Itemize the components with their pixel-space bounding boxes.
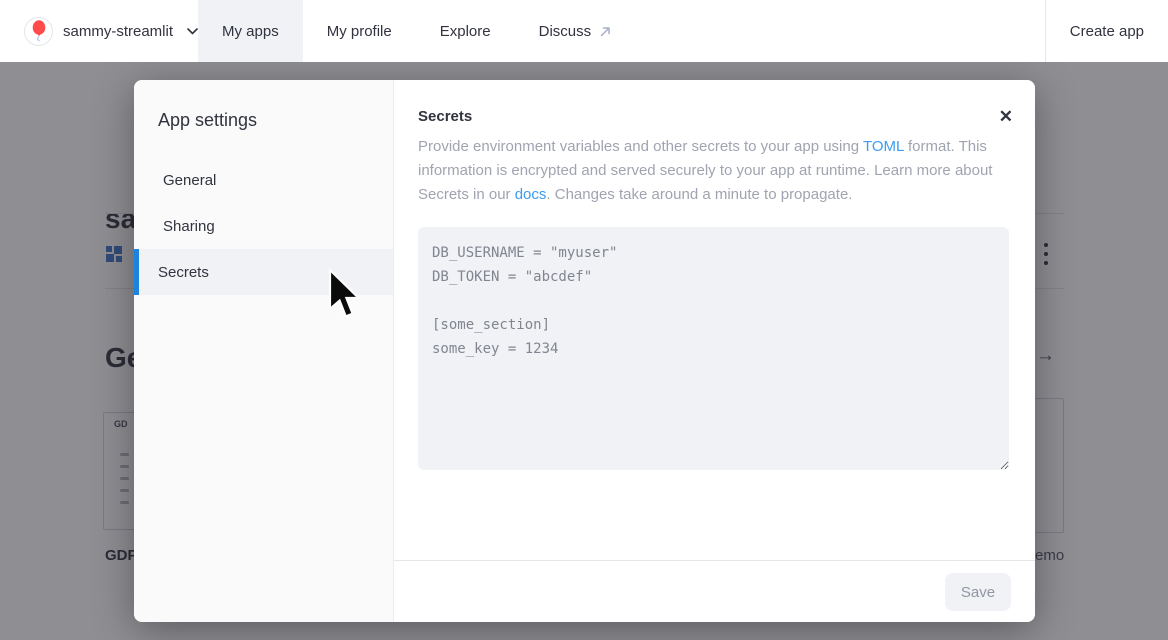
sidebar-item-label: Secrets	[158, 264, 209, 281]
app-settings-modal: App settings General Sharing Secrets Sec…	[134, 80, 1035, 622]
sidebar-item-secrets[interactable]: Secrets	[134, 249, 393, 295]
tab-my-apps[interactable]: My apps	[198, 0, 303, 62]
tab-discuss[interactable]: Discuss	[515, 0, 637, 62]
settings-sidebar: App settings General Sharing Secrets	[134, 80, 394, 622]
settings-nav: General Sharing Secrets	[134, 157, 393, 295]
tab-label: Explore	[440, 23, 491, 40]
sidebar-item-general[interactable]: General	[134, 157, 393, 203]
sidebar-item-label: Sharing	[163, 218, 215, 235]
save-button[interactable]: Save	[945, 573, 1011, 611]
toml-link[interactable]: TOML	[863, 138, 904, 155]
settings-title: App settings	[134, 80, 393, 131]
modal-footer: Save	[394, 560, 1035, 622]
docs-link[interactable]: docs	[515, 186, 547, 203]
chevron-down-icon	[187, 28, 198, 35]
secrets-heading: Secrets	[418, 108, 472, 125]
tab-explore[interactable]: Explore	[416, 0, 515, 62]
tab-label: Discuss	[539, 23, 592, 40]
top-navbar: sammy-streamlit My apps My profile Explo…	[0, 0, 1168, 62]
external-link-icon	[599, 25, 612, 38]
workspace-switcher[interactable]: sammy-streamlit	[0, 0, 198, 62]
secrets-description: Provide environment variables and other …	[418, 135, 1008, 207]
description-text: . Changes take around a minute to propag…	[546, 186, 852, 203]
create-app-button[interactable]: Create app	[1046, 0, 1168, 62]
tab-label: My profile	[327, 23, 392, 40]
description-text: Provide environment variables and other …	[418, 138, 863, 155]
tab-my-profile[interactable]: My profile	[303, 0, 416, 62]
secrets-panel: Secrets ✕ Provide environment variables …	[394, 80, 1035, 622]
tab-label: My apps	[222, 23, 279, 40]
secrets-textarea[interactable]: DB_USERNAME = "myuser" DB_TOKEN = "abcde…	[418, 227, 1009, 470]
streamlit-balloon-logo	[24, 17, 53, 46]
close-icon[interactable]: ✕	[999, 108, 1013, 125]
workspace-name: sammy-streamlit	[63, 23, 173, 40]
sidebar-item-label: General	[163, 172, 216, 189]
sidebar-item-sharing[interactable]: Sharing	[134, 203, 393, 249]
